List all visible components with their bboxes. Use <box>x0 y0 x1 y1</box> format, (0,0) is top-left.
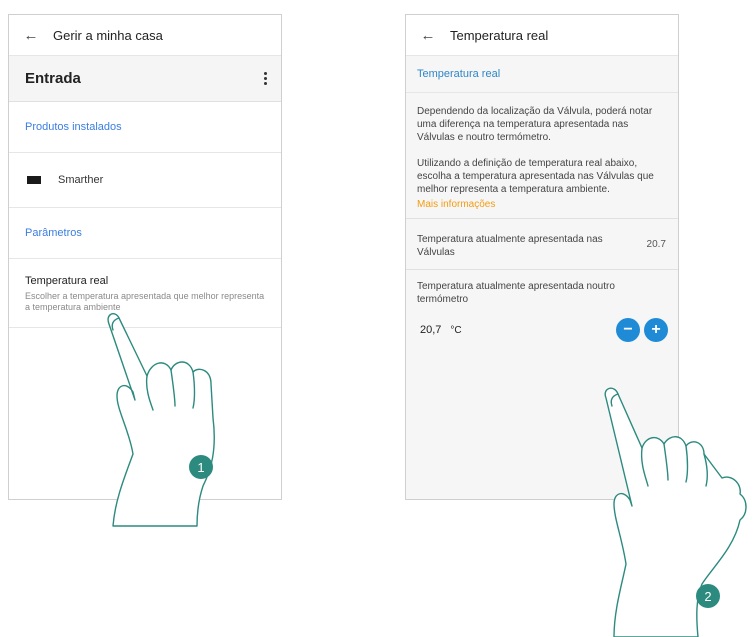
step-badge-2: 2 <box>696 584 720 608</box>
more-options-icon[interactable] <box>264 72 267 85</box>
parameters-heading: Parâmetros <box>9 208 281 259</box>
step-badge-1: 1 <box>189 455 213 479</box>
valves-temperature-label: Temperatura atualmente apresentada nas V… <box>417 234 603 258</box>
decrease-button[interactable]: − <box>616 318 640 342</box>
more-info-link[interactable]: Mais informações <box>406 196 678 210</box>
app-bar: ← Gerir a minha casa <box>9 15 281 56</box>
room-header: Entrada <box>9 56 281 102</box>
product-name: Smarther <box>58 174 104 186</box>
temperature-stepper: 20,7 °C − + <box>406 306 678 352</box>
increase-button[interactable]: + <box>644 318 668 342</box>
installed-products-heading: Produtos instalados <box>9 102 281 153</box>
explanation-paragraph-1: Dependendo da localização da Válvula, po… <box>417 106 653 143</box>
temperature-unit: °C <box>450 324 462 336</box>
explanation-paragraph-2: Utilizando a definição de temperatura re… <box>417 158 654 195</box>
valves-temperature-row: Temperatura atualmente apresentada nas V… <box>406 218 678 269</box>
back-arrow-icon[interactable]: ← <box>406 27 450 44</box>
other-thermometer-label: Temperatura atualmente apresentada noutr… <box>417 281 615 305</box>
app-bar: ← Temperatura real <box>406 15 678 56</box>
pointing-hand-icon <box>107 313 215 527</box>
other-thermometer-row: Temperatura atualmente apresentada noutr… <box>406 269 678 306</box>
section-title: Temperatura real <box>406 56 678 93</box>
back-arrow-icon[interactable]: ← <box>9 27 53 44</box>
page-title: Gerir a minha casa <box>53 27 163 43</box>
param-name: Temperatura real <box>25 275 109 287</box>
page-title: Temperatura real <box>450 27 549 43</box>
temperature-reading: 20,7 <box>420 324 442 336</box>
product-row-smarther[interactable]: Smarther <box>9 153 281 208</box>
pointing-hand-icon <box>604 387 747 637</box>
thermostat-icon <box>27 176 41 184</box>
valves-temperature-value: 20.7 <box>646 239 666 250</box>
room-name: Entrada <box>25 70 81 87</box>
